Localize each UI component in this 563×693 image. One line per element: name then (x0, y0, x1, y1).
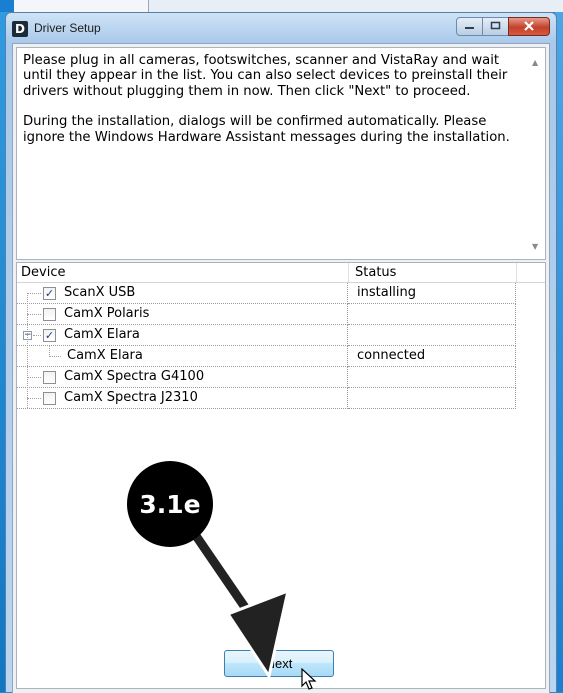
annotation-arrow-icon (183, 520, 290, 678)
mouse-cursor-icon (301, 668, 317, 690)
step-annotation-badge: 3.1e (127, 461, 213, 547)
step-annotation-label: 3.1e (139, 489, 201, 519)
